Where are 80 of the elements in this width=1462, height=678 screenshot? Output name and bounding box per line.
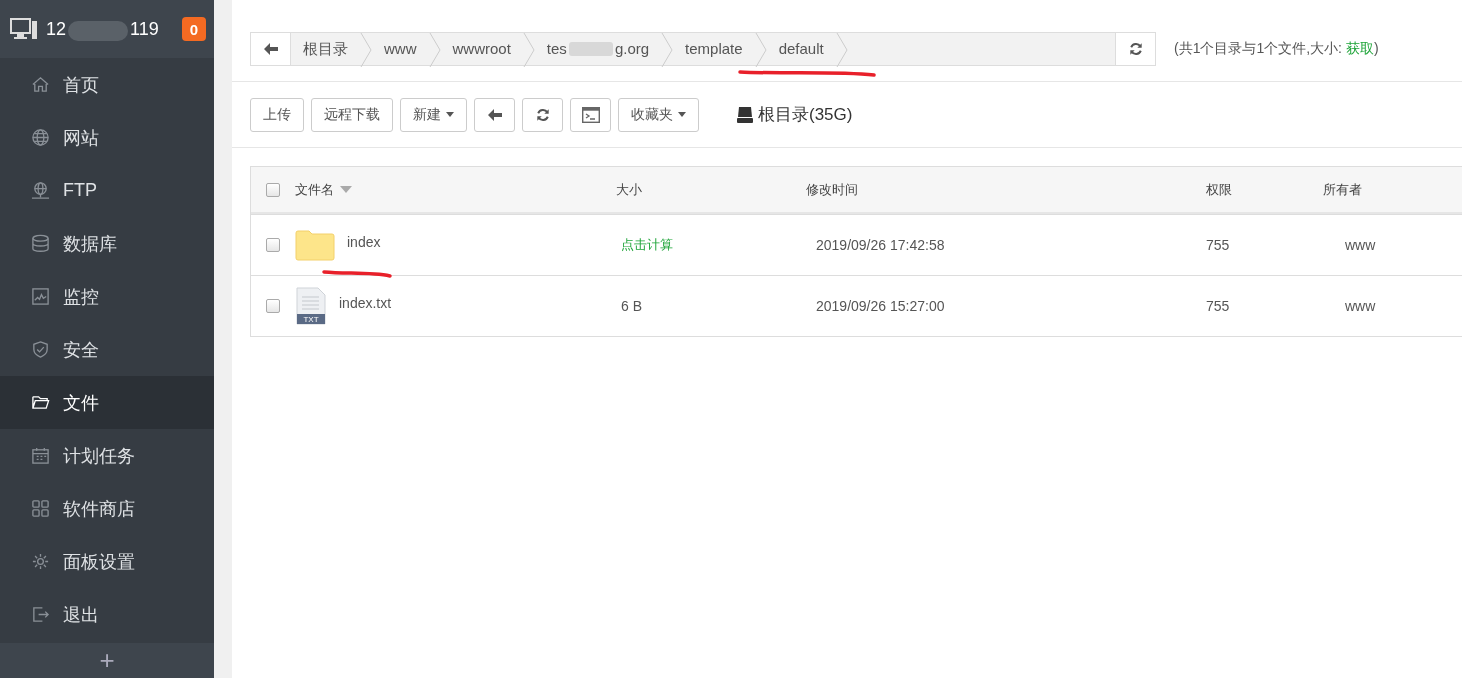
grid-icon [31,499,50,518]
chart-icon [31,287,50,306]
table-cell: www [1345,237,1376,253]
toolbar-button[interactable]: 远程下载 [311,97,393,132]
file-name-link[interactable]: index.txt [339,295,392,311]
table-cell: 2019/09/26 15:27:00 [816,298,945,314]
back-arrow-icon [487,108,502,121]
sidebar-item[interactable]: 数据库 [0,217,214,270]
row-checkbox[interactable] [266,238,280,252]
column-header[interactable]: 修改时间 [806,181,858,197]
refresh-icon [535,107,550,122]
exit-icon [31,605,50,624]
sidebar-item[interactable]: 网站 [0,111,214,164]
hard-drive-icon [736,106,754,123]
home-icon [31,75,50,94]
folder-icon [31,393,50,412]
breadcrumb-link-end[interactable]: g.org [614,39,662,57]
sidebar-item[interactable]: 面板设置 [0,535,214,588]
directory-summary: (共1个目录与1个文件,大小: 获取) [1174,39,1379,58]
toolbar-button[interactable]: 上传 [250,97,304,132]
calendar-icon [31,446,50,465]
gear-icon [31,552,50,571]
globe-icon [31,128,50,147]
sidebar-item[interactable]: 监控 [0,270,214,323]
computer-icon [10,18,38,40]
sidebar-item[interactable]: 文件 [0,376,214,429]
caret-icon [678,112,686,117]
chevron-divider [835,32,848,67]
sidebar-item[interactable]: 退出 [0,588,214,641]
chevron-divider [360,32,372,67]
refresh-button[interactable] [1115,32,1155,65]
disk-label: 根目录(35G) [758,104,853,126]
breadcrumb-link[interactable]: tes [534,39,569,57]
add-button[interactable]: + [0,643,214,678]
breadcrumb-link[interactable]: default [766,39,836,57]
chevron-divider [522,32,535,67]
terminal-button[interactable] [570,97,611,132]
server-address: 12 [46,18,67,40]
sidebar-item[interactable]: FTP [0,164,214,217]
chevron-divider [754,32,767,67]
back-button[interactable] [251,32,291,65]
breadcrumb-link[interactable]: www [372,39,429,57]
breadcrumb-link[interactable]: 根目录 [291,39,360,59]
table-cell: 6 B [621,298,642,314]
column-header[interactable]: 文件名 [295,180,334,199]
sidebar-item[interactable]: 首页 [0,58,214,111]
terminal-icon [581,106,600,123]
caret-icon [446,112,454,117]
folder-icon [295,229,335,261]
dropdown-button[interactable]: 新建 [400,97,467,132]
table-cell: 755 [1206,237,1230,253]
database-icon [31,234,50,253]
select-all-checkbox[interactable] [266,182,280,197]
back-arrow-icon [263,42,278,55]
shield-icon [31,340,50,359]
table-cell: 755 [1206,298,1230,314]
blur-patch [568,41,613,56]
back-button[interactable] [474,97,515,132]
file-name-link[interactable]: index [347,234,381,250]
refresh-icon [1128,41,1143,56]
column-header[interactable]: 权限 [1206,181,1232,197]
chevron-divider [428,32,441,67]
breadcrumb-link[interactable]: template [673,39,755,57]
chevron-divider [661,32,674,67]
table-cell: www [1345,298,1376,314]
sidebar-item[interactable]: 软件商店 [0,482,214,535]
server-address-end: 119 [130,18,159,40]
table-cell: 2019/09/26 17:42:58 [816,237,945,253]
network-globe-icon [31,181,50,200]
blur-patch [68,21,129,41]
row-checkbox[interactable] [266,299,280,313]
breadcrumb-link[interactable]: wwwroot [440,39,523,57]
refresh-button[interactable] [522,97,563,132]
dropdown-button[interactable]: 收藏夹 [618,97,699,132]
column-header[interactable]: 所有者 [1323,181,1362,197]
sidebar-item[interactable]: 安全 [0,323,214,376]
underline-annotation [321,269,393,279]
sidebar-item[interactable]: 计划任务 [0,429,214,482]
file-type-label: TXT [303,315,319,324]
column-header[interactable]: 大小 [616,181,642,197]
